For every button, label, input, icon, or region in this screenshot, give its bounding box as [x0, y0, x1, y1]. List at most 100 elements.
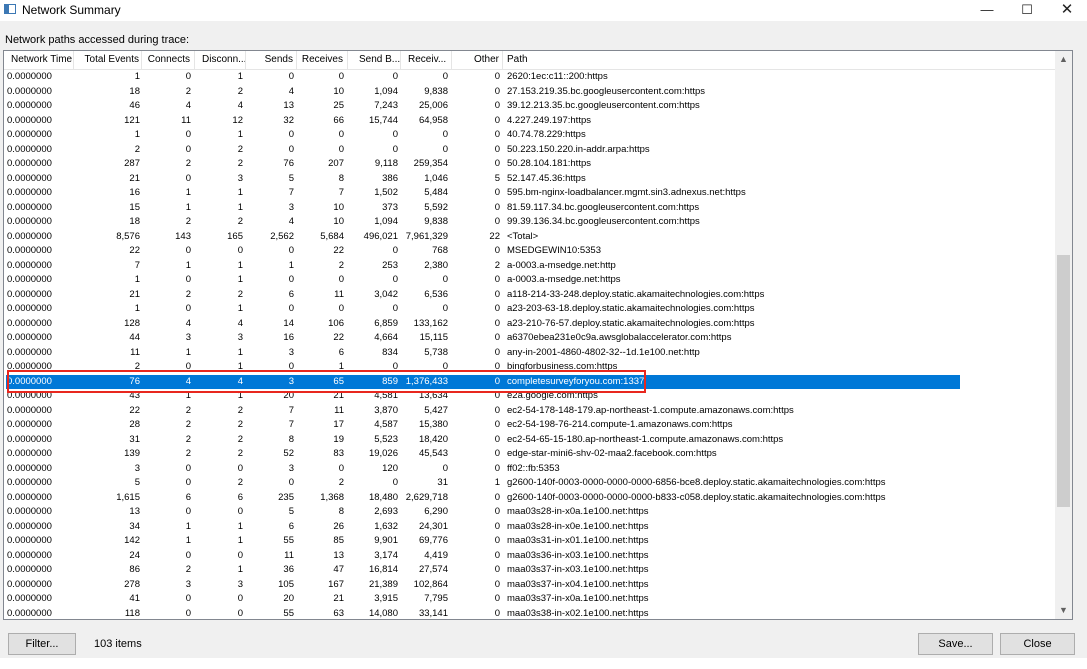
scroll-up-icon[interactable]: ▲: [1055, 51, 1072, 68]
minimize-button[interactable]: —: [967, 0, 1007, 21]
cell-connects: 0: [185, 303, 191, 314]
vertical-scrollbar[interactable]: ▲ ▼: [1055, 51, 1072, 619]
list-rows: 0.0000000 1 0 1 0 0 0 0 0 2620:1ec:c11::200:https…: [4, 70, 1057, 620]
column-header-disconnects[interactable]: Disconn...: [198, 51, 246, 69]
column-header-other[interactable]: Other: [455, 51, 503, 69]
cell-receives: 0: [338, 462, 344, 474]
cell-connects: 0: [185, 549, 191, 561]
table-row[interactable]: 0.0000000 287 2 2 76 207 9,118 259,354 0 50.28.10…: [4, 157, 1057, 172]
table-row[interactable]: 0.0000000 41 0 0 20 21 3,915 7,795 0 maa03s37-in-…: [4, 592, 1057, 607]
column-header-send-bytes[interactable]: Send B...: [351, 51, 401, 69]
cell-sends: 0: [288, 143, 294, 155]
title-bar[interactable]: Network Summary — ☐ ✕: [0, 0, 1087, 21]
cell-send-bytes: 2,693: [374, 506, 398, 517]
cell-sends: 36: [283, 564, 294, 575]
cell-disconnects: 1: [237, 129, 243, 140]
cell-disconnects: 1: [237, 274, 243, 285]
cell-disconnects: 2: [237, 404, 243, 416]
close-button[interactable]: Close: [1000, 633, 1075, 655]
cell-receive-bytes: 102,864: [413, 578, 448, 590]
cell-sends: 11: [284, 549, 294, 561]
table-row[interactable]: 0.0000000 13 0 0 5 8 2,693 6,290 0 maa03s28-in-x0…: [4, 505, 1057, 520]
column-header-total-events[interactable]: Total Events: [76, 51, 142, 69]
scroll-down-icon[interactable]: ▼: [1055, 602, 1072, 619]
cell-send-bytes: 0: [392, 143, 398, 155]
cell-receives: 11: [334, 288, 344, 300]
table-row[interactable]: 0.0000000 22 2 2 7 11 3,870 5,427 0 ec2-54-178-14…: [4, 404, 1057, 419]
table-row[interactable]: 0.0000000 1 0 1 0 0 0 0 0 a23-203-63-18.deploy.st…: [4, 302, 1057, 317]
table-row[interactable]: 0.0000000 1,615 6 6 235 1,368 18,480 2,629,718 0…: [4, 491, 1057, 506]
cell-disconnects: 2: [237, 143, 243, 155]
table-row[interactable]: 0.0000000 28 2 2 7 17 4,587 15,380 0 ec2-54-198-7…: [4, 418, 1057, 433]
table-row[interactable]: 0.0000000 24 0 0 11 13 3,174 4,419 0 maa03s36-in-…: [4, 549, 1057, 564]
cell-sends: 1: [288, 259, 294, 271]
table-row[interactable]: 0.0000000 44 3 3 16 22 4,664 15,115 0 a6370ebea23…: [4, 331, 1057, 346]
table-row[interactable]: 0.0000000 121 11 12 32 66 15,744 64,958 0 4.227.2…: [4, 114, 1057, 129]
maximize-button[interactable]: ☐: [1007, 0, 1047, 21]
cell-network-time: 0.0000000: [7, 143, 52, 155]
table-row[interactable]: 0.0000000 3 0 0 3 0 120 0 0 ff02::fb:5353: [4, 462, 1057, 477]
cell-receive-bytes: 6,536: [424, 288, 448, 300]
table-row[interactable]: 0.0000000 7 1 1 1 2 253 2,380 2 a-0003.a-msedge.n…: [4, 259, 1057, 274]
cell-total-events: 21: [129, 288, 140, 300]
cell-other: 5: [494, 172, 500, 184]
table-row[interactable]: 0.0000000 142 1 1 55 85 9,901 69,776 0 maa03s31-i…: [4, 534, 1057, 549]
table-row[interactable]: 0.0000000 11 1 1 3 6 834 5,738 0 any-in-2001-4860…: [4, 346, 1057, 361]
column-header-network-time[interactable]: Network Time: [4, 51, 74, 69]
column-header-receives[interactable]: Receives: [300, 51, 348, 69]
cell-network-time: 0.0000000: [7, 462, 52, 474]
table-row[interactable]: 0.0000000 8,576 143 165 2,562 5,684 496,021 7,9…: [4, 230, 1057, 245]
cell-network-time: 0.0000000: [7, 549, 52, 561]
cell-other: 0: [494, 506, 500, 517]
table-row[interactable]: 0.0000000 118 0 0 55 63 14,080 33,141 0 maa03s38-…: [4, 607, 1057, 620]
scrollbar-thumb[interactable]: [1057, 255, 1070, 507]
cell-receives: 10: [333, 216, 344, 227]
table-row[interactable]: 0.0000000 21 2 2 6 11 3,042 6,536 0 a118-214-33-2…: [4, 288, 1057, 303]
cell-total-events: 142: [124, 535, 140, 546]
cell-receives: 7: [338, 187, 344, 198]
table-row[interactable]: 0.0000000 34 1 1 6 26 1,632 24,301 0 maa03s28-in-…: [4, 520, 1057, 535]
table-row[interactable]: 0.0000000 5 0 2 0 2 0 31 1 g2600-140f-0003-0000-0…: [4, 476, 1057, 491]
table-row[interactable]: 0.0000000 139 2 2 52 83 19,026 45,543 0 edge-star…: [4, 447, 1057, 462]
cell-other: 0: [494, 303, 500, 314]
table-row[interactable]: 0.0000000 278 3 3 105 167 21,389 102,864 0 maa03s…: [4, 578, 1057, 593]
table-row[interactable]: 0.0000000 15 1 1 3 10 373 5,592 0 81.59.117.34.bc…: [4, 201, 1057, 216]
table-row[interactable]: 0.0000000 1 0 1 0 0 0 0 0 2620:1ec:c11::200:https: [4, 70, 1057, 85]
cell-connects: 2: [185, 216, 191, 227]
cell-total-events: 11: [130, 346, 140, 358]
table-row[interactable]: 0.0000000 21 0 3 5 8 386 1,046 5 52.147.45.36:htt…: [4, 172, 1057, 187]
table-row[interactable]: 0.0000000 46 4 4 13 25 7,243 25,006 0 39.12.213.3…: [4, 99, 1057, 114]
cell-path: 50.223.150.220.in-addr.arpa:https: [507, 143, 650, 155]
save-button[interactable]: Save...: [918, 633, 993, 655]
table-row[interactable]: 0.0000000 86 2 1 36 47 16,814 27,574 0 maa03s37-i…: [4, 563, 1057, 578]
table-row[interactable]: 0.0000000 18 2 2 4 10 1,094 9,838 0 27.153.219.35…: [4, 85, 1057, 100]
cell-connects: 0: [185, 143, 191, 155]
close-window-button[interactable]: ✕: [1047, 0, 1087, 21]
cell-sends: 0: [288, 245, 294, 256]
cell-receive-bytes: 45,543: [418, 448, 448, 459]
network-paths-list[interactable]: Network Time Total Events Connects Disco…: [3, 50, 1073, 620]
column-header-sends[interactable]: Sends: [249, 51, 297, 69]
cell-connects: 11: [181, 114, 191, 126]
column-header-path[interactable]: Path: [503, 51, 1057, 69]
filter-button[interactable]: Filter...: [8, 633, 76, 655]
cell-sends: 76: [283, 158, 294, 169]
table-row[interactable]: 0.0000000 18 2 2 4 10 1,094 9,838 0 99.39.136.34.…: [4, 215, 1057, 230]
table-row[interactable]: 0.0000000 2 0 2 0 0 0 0 0 50.223.150.220.in-addr.…: [4, 143, 1057, 158]
cell-disconnects: 2: [237, 85, 243, 97]
column-header-connects[interactable]: Connects: [145, 51, 195, 69]
table-row[interactable]: 0.0000000 31 2 2 8 19 5,523 18,420 0 ec2-54-65-15…: [4, 433, 1057, 448]
table-row[interactable]: 0.0000000 128 4 4 14 106 6,859 133,162 0 a23-210-…: [4, 317, 1057, 332]
table-row[interactable]: 0.0000000 1 0 1 0 0 0 0 0 a-0003.a-msedge.net:htt…: [4, 273, 1057, 288]
list-header: Network Time Total Events Connects Disco…: [4, 51, 1057, 70]
cell-disconnects: 1: [237, 564, 243, 575]
cell-receive-bytes: 133,162: [413, 317, 448, 329]
cell-disconnects: 1: [237, 71, 243, 82]
cell-connects: 2: [185, 433, 191, 445]
table-row[interactable]: 0.0000000 22 0 0 0 22 0 768 0 MSEDGEWIN10:5353: [4, 244, 1057, 259]
cell-send-bytes: 834: [382, 346, 398, 358]
cell-path: ec2-54-178-148-179.ap-northeast-1.comput…: [507, 404, 794, 416]
column-header-receive-bytes[interactable]: Receiv...: [404, 51, 452, 69]
table-row[interactable]: 0.0000000 1 0 1 0 0 0 0 0 40.74.78.229:https: [4, 128, 1057, 143]
table-row[interactable]: 0.0000000 16 1 1 7 7 1,502 5,484 0 595.bm-nginx-l…: [4, 186, 1057, 201]
